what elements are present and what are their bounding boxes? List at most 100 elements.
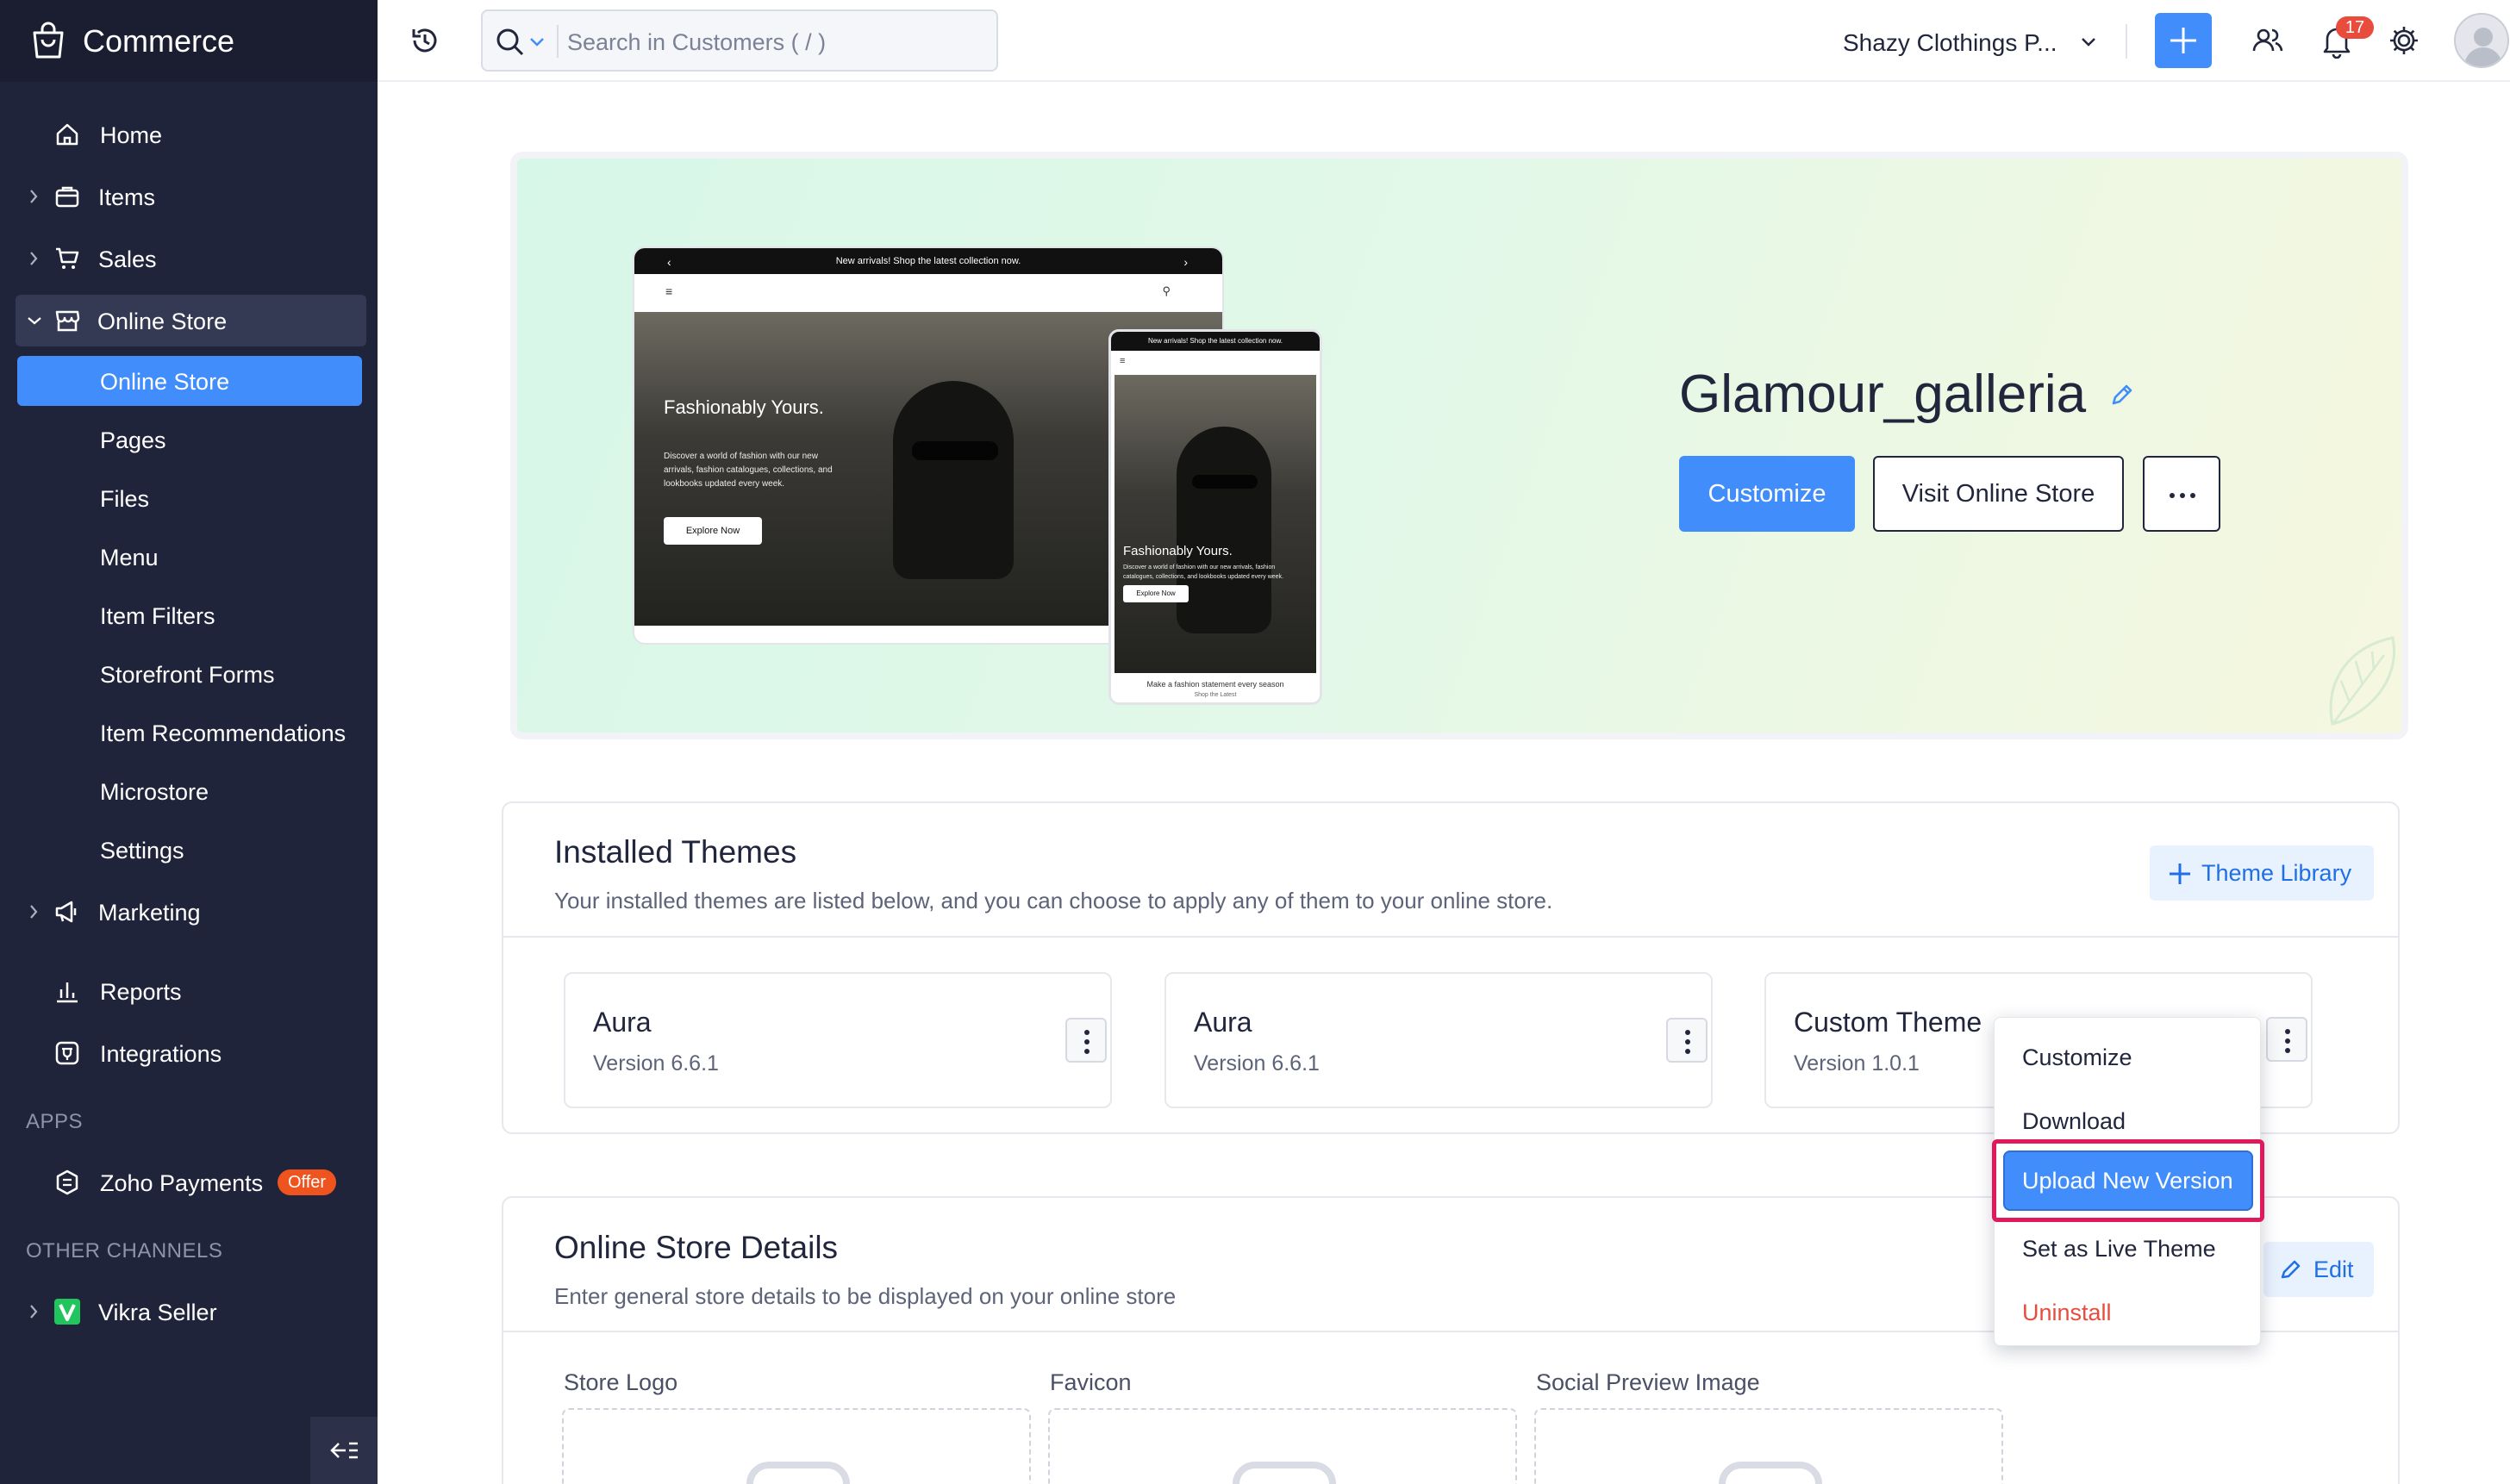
subnav-label: Online Store xyxy=(100,369,230,395)
sidebar-item-zoho-payments[interactable]: Zoho Payments Offer xyxy=(0,1157,378,1208)
payments-icon xyxy=(53,1169,81,1196)
search-icon[interactable] xyxy=(495,27,526,58)
menu-item-upload-new-version[interactable]: Upload New Version xyxy=(2003,1150,2253,1211)
social-preview-label: Social Preview Image xyxy=(1536,1369,1760,1395)
vertical-ellipsis-icon xyxy=(2285,1029,2290,1053)
sidebar-item-label: Vikra Seller xyxy=(98,1300,217,1325)
gear-icon[interactable] xyxy=(2388,24,2420,57)
sidebar-item-sales[interactable]: Sales xyxy=(0,233,378,284)
image-placeholder-icon xyxy=(1719,1462,1822,1484)
installed-themes-description: Your installed themes are listed below, … xyxy=(554,888,1553,913)
favicon-label: Favicon xyxy=(1050,1369,1132,1395)
edit-store-details-button[interactable]: Edit xyxy=(2263,1242,2374,1297)
theme-version: Version 1.0.1 xyxy=(1794,1051,1920,1076)
search-input[interactable]: Search in Customers ( / ) xyxy=(567,29,826,56)
shopping-bag-icon xyxy=(28,21,69,62)
announcement-text: New arrivals! Shop the latest collection… xyxy=(1147,337,1283,345)
hamburger-icon: ≡ xyxy=(665,284,673,298)
subnav-files[interactable]: Files xyxy=(17,473,362,523)
installed-themes-title: Installed Themes xyxy=(554,834,797,870)
store-details-description: Enter general store details to be displa… xyxy=(554,1283,1177,1309)
subnav-menu[interactable]: Menu xyxy=(17,532,362,582)
social-preview-upload[interactable] xyxy=(1534,1408,2003,1484)
menu-item-label: Upload New Version xyxy=(2022,1168,2233,1194)
avatar[interactable] xyxy=(2454,13,2509,68)
visit-online-store-button[interactable]: Visit Online Store xyxy=(1873,456,2124,532)
preview-description: Discover a world of fashion with our new… xyxy=(664,452,833,489)
highlight-outline: Upload New Version xyxy=(1992,1139,2264,1222)
subnav-item-filters[interactable]: Item Filters xyxy=(17,590,362,640)
sidebar-item-home[interactable]: Home xyxy=(0,109,378,160)
preview-cta: Explore Now xyxy=(664,517,762,545)
subnav-label: Microstore xyxy=(100,779,209,805)
hamburger-icon: ≡ xyxy=(1120,356,1126,366)
more-options-button[interactable] xyxy=(2143,456,2220,532)
history-icon[interactable] xyxy=(409,24,441,57)
theme-card[interactable]: Aura Version 6.6.1 xyxy=(1164,972,1713,1108)
storefront-icon xyxy=(53,307,81,334)
subnav-storefront-forms[interactable]: Storefront Forms xyxy=(17,649,362,699)
brand-header: Commerce xyxy=(0,0,378,82)
collapse-sidebar-button[interactable] xyxy=(310,1417,378,1484)
sidebar-item-label: Zoho Payments xyxy=(100,1170,264,1196)
offer-badge: Offer xyxy=(278,1169,337,1195)
subnav-item-recommendations[interactable]: Item Recommendations xyxy=(17,708,362,758)
theme-options-button[interactable] xyxy=(2266,1017,2307,1062)
menu-item-set-live-theme[interactable]: Set as Live Theme xyxy=(1995,1221,2262,1275)
box-icon xyxy=(53,183,81,210)
app-title: Commerce xyxy=(83,23,235,59)
menu-item-uninstall[interactable]: Uninstall xyxy=(1995,1285,2262,1338)
menu-item-label: Customize xyxy=(2022,1044,2132,1070)
sidebar-item-vikra-seller[interactable]: Vikra Seller xyxy=(0,1286,378,1337)
store-logo-label: Store Logo xyxy=(564,1369,678,1395)
theme-library-label: Theme Library xyxy=(2201,860,2352,886)
megaphone-icon xyxy=(53,898,81,926)
sidebar-item-integrations[interactable]: Integrations xyxy=(0,1027,378,1079)
subnav-online-store[interactable]: Online Store xyxy=(17,356,362,406)
sidebar-item-online-store[interactable]: Online Store xyxy=(16,295,366,346)
theme-options-button[interactable] xyxy=(1065,1018,1107,1063)
store-name-title: Glamour_galleria xyxy=(1679,365,2087,424)
sidebar-item-marketing[interactable]: Marketing xyxy=(0,886,378,938)
theme-card[interactable]: Aura Version 6.6.1 xyxy=(564,972,1112,1108)
users-icon[interactable] xyxy=(2251,24,2284,57)
sidebar-item-label: Marketing xyxy=(98,900,201,926)
vikra-logo-icon xyxy=(53,1298,81,1325)
menu-item-label: Uninstall xyxy=(2022,1300,2112,1325)
preview-announcement-bar: New arrivals! Shop the latest collection… xyxy=(634,248,1222,274)
pencil-icon[interactable] xyxy=(2108,381,2136,408)
subnav-pages[interactable]: Pages xyxy=(17,415,362,465)
model-silhouette xyxy=(1177,427,1271,633)
quick-create-button[interactable] xyxy=(2155,13,2212,68)
search-divider xyxy=(557,25,559,58)
subnav-label: Storefront Forms xyxy=(100,662,275,688)
sidebar-item-label: Items xyxy=(98,184,156,210)
chevron-down-icon[interactable] xyxy=(2081,37,2096,47)
search-bar[interactable]: Search in Customers ( / ) xyxy=(481,9,998,72)
sidebar-item-reports[interactable]: Reports xyxy=(0,965,378,1017)
theme-name: Custom Theme xyxy=(1794,1007,1982,1038)
preview-description: Discover a world of fashion with our new… xyxy=(1123,564,1284,580)
sidebar-item-label: Online Store xyxy=(97,309,228,334)
subnav-label: Item Filters xyxy=(100,603,215,629)
subnav-microstore[interactable]: Microstore xyxy=(17,766,362,816)
menu-item-customize[interactable]: Customize xyxy=(1995,1030,2262,1083)
theme-options-button[interactable] xyxy=(1666,1018,1708,1063)
preview-headline: Fashionably Yours. xyxy=(1123,544,1233,558)
model-silhouette xyxy=(893,381,1014,579)
image-placeholder-icon xyxy=(746,1462,850,1484)
favicon-upload[interactable] xyxy=(1048,1408,1517,1484)
subnav-settings[interactable]: Settings xyxy=(17,825,362,875)
customize-button[interactable]: Customize xyxy=(1679,456,1855,532)
sidebar-item-label: Reports xyxy=(100,979,182,1005)
preview-announcement-bar: New arrivals! Shop the latest collection… xyxy=(1111,332,1320,351)
chevron-down-icon[interactable] xyxy=(529,37,545,47)
bar-chart-icon xyxy=(53,977,81,1005)
sidebar-item-label: Integrations xyxy=(100,1041,222,1067)
chevron-right-icon xyxy=(28,188,40,205)
organization-switcher[interactable]: Shazy Clothings P... xyxy=(1843,29,2057,57)
pencil-icon xyxy=(2279,1257,2303,1281)
sidebar-item-items[interactable]: Items xyxy=(0,171,378,222)
store-logo-upload[interactable] xyxy=(562,1408,1031,1484)
theme-library-button[interactable]: Theme Library xyxy=(2150,845,2374,901)
